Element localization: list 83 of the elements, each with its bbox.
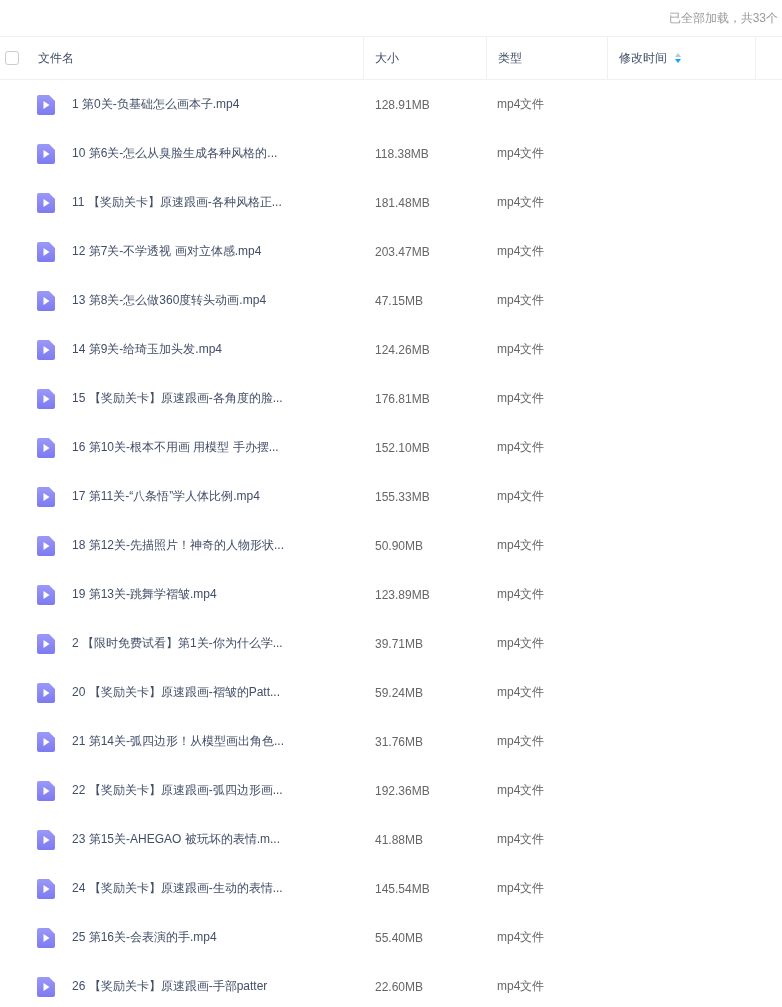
file-size: 41.88MB	[374, 832, 425, 847]
file-size: 203.47MB	[374, 244, 431, 259]
file-size: 31.76MB	[374, 734, 425, 749]
file-name[interactable]: 2 【限时免费试看】第1关-你为什么学...	[72, 635, 283, 652]
column-header[interactable]: 类型	[498, 49, 522, 67]
load-status: 已全部加载，共33个	[668, 9, 778, 27]
sort-icon[interactable]	[675, 53, 681, 63]
video-file-icon	[37, 780, 55, 801]
video-file-icon	[37, 584, 55, 605]
video-file-icon	[37, 241, 55, 262]
file-name[interactable]: 17 第11关-“八条悟”学人体比例.mp4	[72, 488, 260, 505]
file-type: mp4文件	[496, 292, 546, 309]
file-size: 124.26MB	[374, 342, 431, 357]
file-name[interactable]: 26 【奖励关卡】原速跟画-手部patter	[72, 978, 268, 995]
file-name[interactable]: 10 第6关-怎么从臭脸生成各种风格的...	[72, 145, 278, 162]
file-name[interactable]: 18 第12关-先描照片！神奇的人物形状...	[72, 537, 285, 554]
video-file-icon	[37, 927, 55, 948]
file-name[interactable]: 24 【奖励关卡】原速跟画-生动的表情...	[72, 880, 283, 897]
column-header[interactable]: 修改时间	[619, 49, 667, 67]
file-size: 145.54MB	[374, 881, 431, 896]
column-header[interactable]: 文件名	[38, 49, 74, 67]
file-name[interactable]: 25 第16关-会表演的手.mp4	[72, 929, 217, 946]
video-file-icon	[37, 388, 55, 409]
video-file-icon	[37, 633, 55, 654]
file-type: mp4文件	[496, 145, 546, 162]
file-type: mp4文件	[496, 586, 546, 603]
file-type: mp4文件	[496, 390, 546, 407]
video-file-icon	[37, 731, 55, 752]
video-file-icon	[37, 192, 55, 213]
file-name[interactable]: 22 【奖励关卡】原速跟画-弧四边形画...	[72, 782, 283, 799]
file-size: 128.91MB	[374, 97, 431, 112]
video-file-icon	[37, 829, 55, 850]
file-name[interactable]: 16 第10关-根本不用画 用模型 手办摆...	[72, 439, 279, 456]
file-type: mp4文件	[496, 96, 546, 113]
file-size: 39.71MB	[374, 636, 425, 651]
file-name[interactable]: 20 【奖励关卡】原速跟画-褶皱的Patt...	[72, 684, 281, 701]
file-type: mp4文件	[496, 635, 546, 652]
file-size: 118.38MB	[374, 146, 430, 161]
file-size: 192.36MB	[374, 783, 431, 798]
column-header[interactable]: 大小	[375, 49, 399, 67]
file-size: 55.40MB	[374, 930, 425, 945]
video-file-icon	[37, 535, 55, 556]
file-type: mp4文件	[496, 733, 546, 750]
file-type: mp4文件	[496, 880, 546, 897]
video-file-icon	[37, 339, 55, 360]
file-name[interactable]: 11 【奖励关卡】原速跟画-各种风格正...	[72, 194, 282, 211]
file-name[interactable]: 13 第8关-怎么做360度转头动画.mp4	[72, 292, 267, 309]
file-type: mp4文件	[496, 831, 546, 848]
file-size: 59.24MB	[374, 685, 425, 700]
file-type: mp4文件	[496, 782, 546, 799]
file-name[interactable]: 1 第0关-负基础怎么画本子.mp4	[72, 96, 240, 113]
file-type: mp4文件	[496, 243, 546, 260]
file-type: mp4文件	[496, 194, 546, 211]
file-type: mp4文件	[496, 537, 546, 554]
file-size: 155.33MB	[374, 489, 431, 504]
file-size: 47.15MB	[374, 293, 425, 308]
video-file-icon	[37, 94, 55, 115]
video-file-icon	[37, 143, 55, 164]
file-type: mp4文件	[496, 341, 546, 358]
video-file-icon	[37, 682, 55, 703]
file-name[interactable]: 19 第13关-跳舞学褶皱.mp4	[72, 586, 217, 603]
file-name[interactable]: 21 第14关-弧四边形！从模型画出角色...	[72, 733, 285, 750]
select-all-checkbox[interactable]	[5, 51, 19, 65]
file-size: 176.81MB	[374, 391, 431, 406]
file-size: 181.48MB	[374, 195, 431, 210]
file-size: 50.90MB	[374, 538, 425, 553]
video-file-icon	[37, 290, 55, 311]
file-name[interactable]: 14 第9关-给琦玉加头发.mp4	[72, 341, 223, 358]
video-file-icon	[37, 437, 55, 458]
video-file-icon	[37, 486, 55, 507]
file-type: mp4文件	[496, 978, 546, 995]
file-size: 22.60MB	[374, 979, 425, 994]
file-name[interactable]: 23 第15关-AHEGAO 被玩坏的表情.m...	[72, 831, 281, 848]
file-name[interactable]: 12 第7关-不学透视 画对立体感.mp4	[72, 243, 262, 260]
video-file-icon	[37, 878, 55, 899]
video-file-icon	[37, 976, 55, 997]
file-type: mp4文件	[496, 439, 546, 456]
file-type: mp4文件	[496, 488, 546, 505]
file-name[interactable]: 15 【奖励关卡】原速跟画-各角度的脸...	[72, 390, 283, 407]
file-size: 123.89MB	[374, 587, 431, 602]
file-type: mp4文件	[496, 684, 546, 701]
file-size: 152.10MB	[374, 440, 431, 455]
file-type: mp4文件	[496, 929, 546, 946]
